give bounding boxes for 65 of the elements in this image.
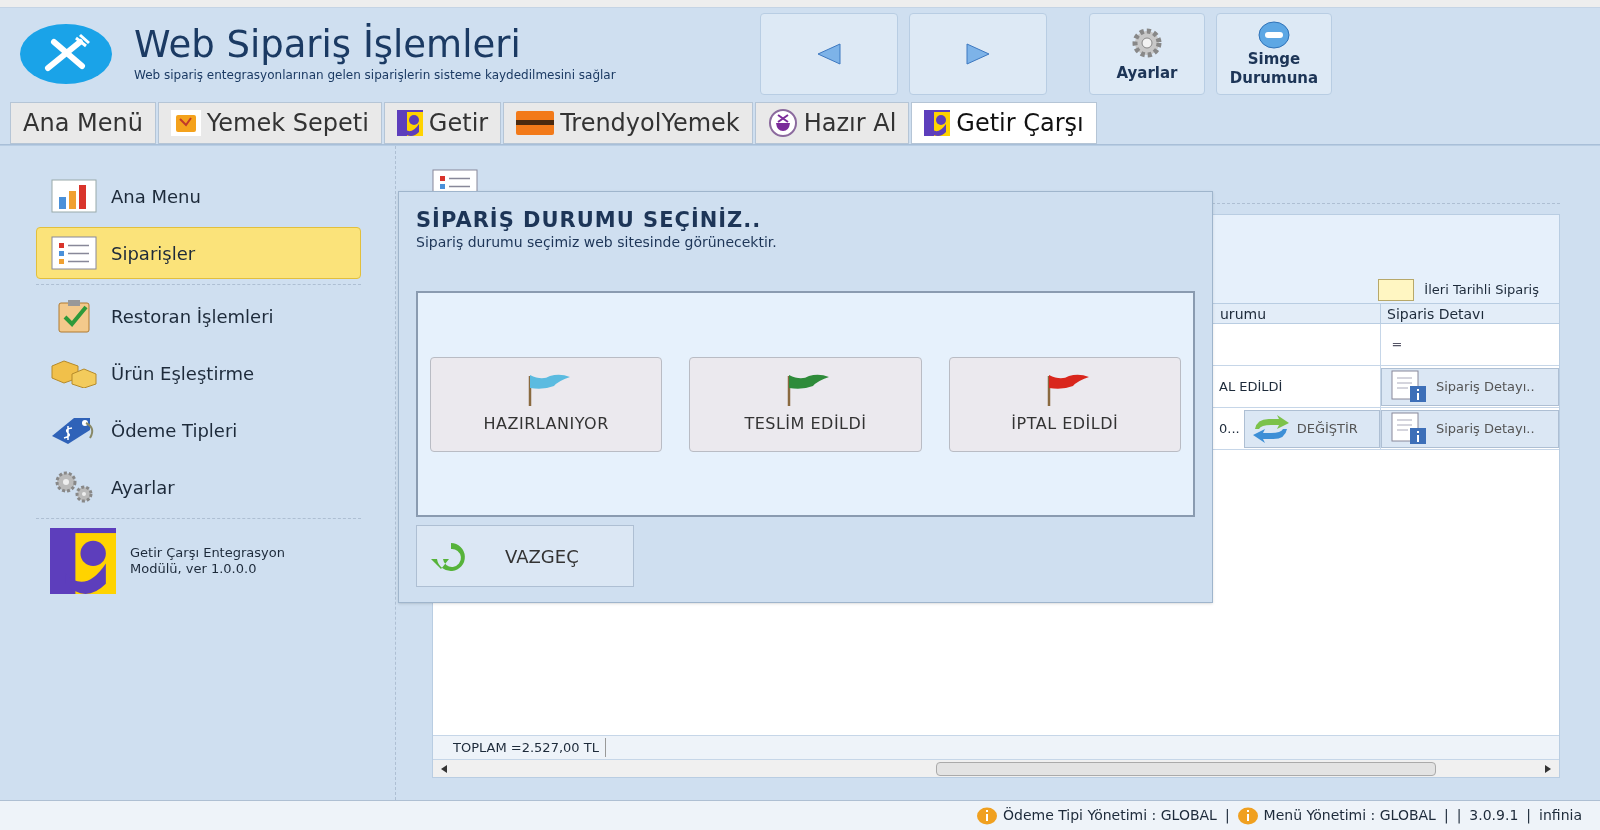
app-subtitle: Web sipariş entegrasyonlarınan gelen siparişlerin sisteme kaydedilmesini sağlar — [134, 67, 617, 84]
status-separator: | — [1456, 806, 1462, 826]
info-icon — [1237, 806, 1258, 825]
forward-button[interactable] — [909, 13, 1047, 95]
tab[interactable]: Yemek Sepeti — [157, 102, 382, 144]
g-logo-icon — [924, 110, 951, 136]
box-icon — [170, 110, 201, 136]
sidebar-item[interactable]: Ana Menu — [36, 170, 361, 222]
column-header: urumu — [1218, 304, 1381, 323]
legend-swatch — [1378, 279, 1415, 301]
sidebar-item[interactable]: Ürün Eşleştirme — [36, 347, 361, 399]
info-icon — [977, 806, 997, 825]
minus-circle-icon — [1257, 20, 1291, 50]
tab[interactable]: Getir — [383, 102, 502, 144]
dialog-title: SİPARİŞ DURUMU SEÇİNİZ.. — [416, 208, 763, 232]
scrollbar-thumb[interactable] — [936, 761, 1436, 776]
tab[interactable]: Getir Çarşı — [911, 102, 1097, 144]
table-cell-text: ═ — [1392, 335, 1401, 354]
fork-knife-logo-icon — [20, 24, 112, 84]
scroll-left-icon[interactable] — [439, 763, 449, 774]
g-logo-icon — [50, 528, 116, 594]
back-button[interactable] — [760, 13, 898, 95]
total-text: TOPLAM =2.527,00 TL — [453, 737, 606, 758]
flag-cloth — [789, 374, 830, 389]
status-separator: | — [1526, 806, 1532, 826]
sidebar-item[interactable]: Ödeme Tipleri — [36, 404, 361, 456]
app-title: Web Sipariş İşlemleri — [134, 24, 522, 66]
status-separator: | — [1443, 806, 1449, 826]
tab[interactable]: Hazır Al — [754, 102, 910, 144]
scroll-right-icon[interactable] — [1543, 763, 1553, 774]
status-separator: | — [1224, 806, 1230, 826]
cancel-button[interactable]: VAZGEÇ — [416, 525, 634, 587]
g-logo-icon — [396, 110, 423, 136]
order-detail-button[interactable]: Sipariş Detayı.. — [1381, 367, 1559, 406]
flag-cloth — [530, 374, 571, 389]
dialog-subtitle: Sipariş durumu seçimiz web sitesinde görünecektir. — [416, 233, 778, 252]
sidebar-item[interactable]: Ayarlar — [36, 461, 361, 513]
status-option-button[interactable]: HAZIRLANIYOR — [430, 356, 663, 452]
status-text: Ödeme Tipi Yönetimi : GLOBAL — [1003, 806, 1217, 825]
status-cell-text: AL EDİLDİ — [1218, 377, 1284, 396]
flag-cloth — [1048, 374, 1089, 389]
left-arrow-icon — [816, 43, 842, 65]
module-version-text: Getir Çarşı Entegrasyon Modülü, ver 1.0.0.0 — [130, 545, 285, 577]
logo-icon — [516, 111, 555, 135]
status-text: Menü Yönetimi : GLOBAL — [1263, 806, 1436, 825]
column-header: Siparis Detavı — [1386, 305, 1486, 323]
list-icon — [51, 236, 97, 270]
settings-button[interactable]: Ayarlar — [1089, 13, 1205, 95]
bowl-icon — [767, 108, 798, 138]
minimize-button[interactable]: Simge Durumuna — [1216, 13, 1332, 95]
bar-chart-icon — [51, 179, 97, 213]
sidebar-item[interactable]: Restoran İşlemleri — [36, 290, 361, 342]
boxes-icon — [50, 358, 98, 388]
change-button[interactable]: DEĞİŞTİR — [1243, 409, 1380, 448]
sidebar-item[interactable]: Siparişler — [36, 227, 361, 279]
right-arrow-icon — [965, 43, 991, 65]
legend-label: İleri Tarihli Sipariş — [1424, 281, 1539, 300]
status-cell-text: 0... — [1218, 419, 1241, 438]
tab[interactable]: Ana Menü — [10, 102, 156, 144]
tab[interactable]: TrendyolYemek — [503, 102, 753, 144]
status-text: 3.0.9.1 — [1469, 806, 1519, 825]
order-detail-button[interactable]: Sipariş Detayı.. — [1381, 409, 1559, 448]
status-text: infinia — [1539, 806, 1582, 825]
status-option-button[interactable]: TESLİM EDİLDİ — [689, 356, 922, 452]
status-option-button[interactable]: İPTAL EDİLDİ — [948, 356, 1181, 452]
